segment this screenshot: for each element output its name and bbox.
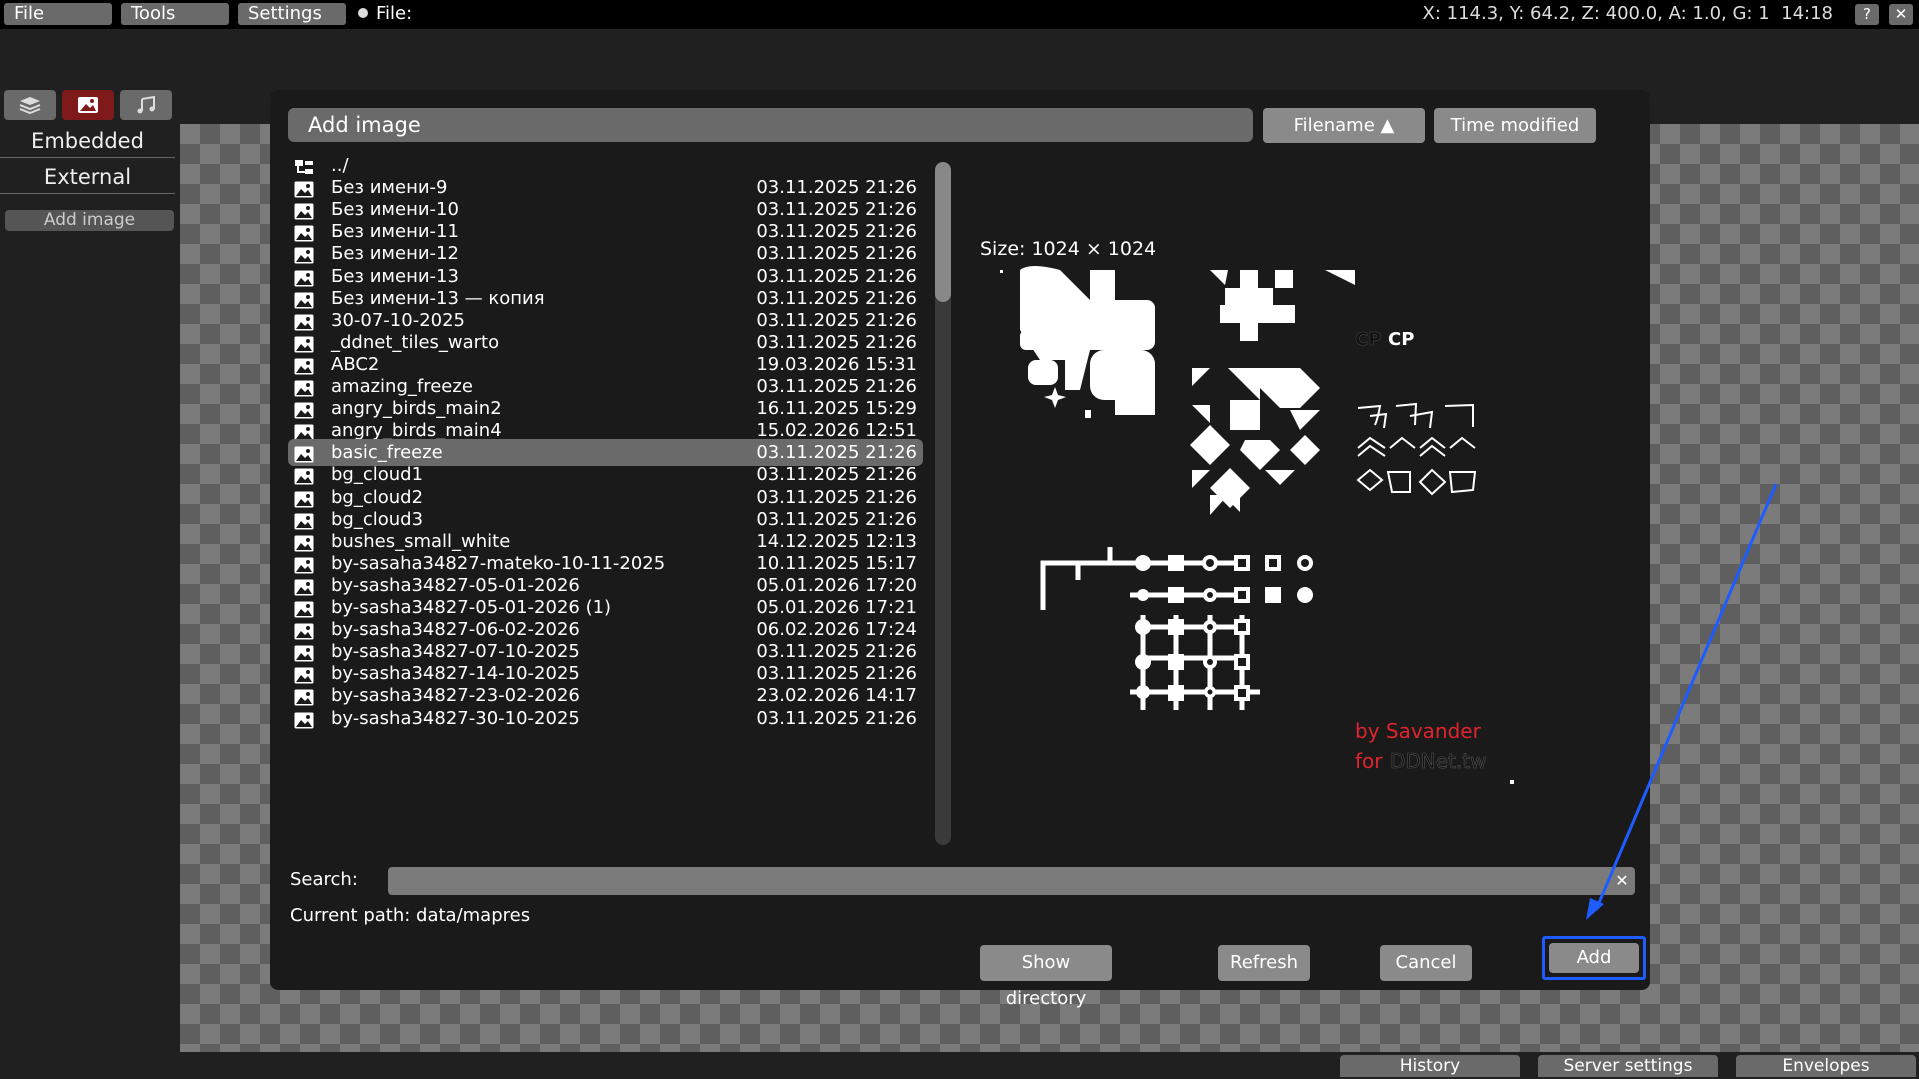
external-section[interactable]: External [0, 160, 175, 194]
image-icon [294, 621, 314, 640]
image-icon [294, 356, 314, 375]
cp-text-dark: CP [1355, 329, 1381, 350]
clear-search-icon[interactable]: ✕ [1612, 871, 1632, 891]
image-icon [294, 334, 314, 353]
cancel-button[interactable]: Cancel [1380, 945, 1472, 981]
history-tab[interactable]: History [1340, 1055, 1520, 1077]
clock: 14:18 [1781, 3, 1833, 24]
unsaved-dot-icon [358, 8, 368, 18]
embedded-section[interactable]: Embedded [0, 124, 175, 158]
credit-by-savander: by Savander [1355, 719, 1482, 743]
folder-up-icon [294, 157, 314, 174]
image-icon [294, 577, 314, 596]
sort-by-time-button[interactable]: Time modified [1434, 108, 1596, 143]
image-icon [294, 245, 314, 264]
layers-tab[interactable] [4, 90, 56, 120]
image-icon [294, 710, 314, 728]
layers-icon [19, 97, 41, 114]
image-icon [294, 290, 314, 309]
image-icon [294, 687, 314, 706]
add-button[interactable]: Add [1549, 943, 1639, 973]
image-icon [294, 555, 314, 574]
image-icon [294, 665, 314, 684]
image-icon [294, 179, 314, 198]
image-icon [294, 422, 314, 441]
credit-for: for [1355, 749, 1383, 773]
scrollbar-thumb[interactable] [935, 162, 951, 302]
add-image-button[interactable]: Add image [5, 210, 174, 231]
refresh-button[interactable]: Refresh [1218, 945, 1310, 981]
envelopes-tab[interactable]: Envelopes [1736, 1055, 1916, 1077]
image-icon [294, 223, 314, 242]
image-icon [294, 489, 314, 507]
file-list[interactable]: ../Без имени-9 03.11.2025 21:26 Без имени-… [288, 152, 928, 852]
settings-menu-button[interactable]: Settings [238, 3, 346, 25]
add-image-dialog: Add image Filename ▲ Time modified ../Бе… [270, 90, 1650, 1009]
image-icon [294, 268, 314, 286]
file-list-scrollbar[interactable] [935, 162, 951, 845]
image-icon [294, 378, 314, 397]
image-icon [294, 444, 314, 463]
search-label: Search: [290, 869, 358, 890]
file-label-text: File: [376, 3, 413, 24]
sort-by-filename-button[interactable]: Filename ▲ [1263, 108, 1425, 143]
tileset-preview-art: CP CP by Savander for DDNet.tw [1000, 266, 1514, 784]
current-path: Current path: data/mapres [290, 905, 531, 926]
image-icon [294, 201, 314, 220]
file-name: by-sasha34827-30-10-2025 [331, 707, 580, 729]
cursor-coordinates: X: 114.3, Y: 64.2, Z: 400.0, A: 1.0, G: … [1422, 3, 1770, 24]
sounds-tab[interactable] [120, 90, 172, 120]
image-icon [78, 97, 98, 113]
image-icon [294, 599, 314, 618]
dialog-title: Add image [288, 108, 1253, 142]
file-date: 03.11.2025 21:26 [756, 707, 917, 729]
image-icon [294, 643, 314, 662]
credit-ddnet: DDNet.tw [1390, 749, 1486, 773]
image-preview: Size: 1024 × 1024 CP CP by Savander for … [970, 150, 1620, 850]
close-button[interactable]: ✕ [1889, 4, 1913, 25]
help-button[interactable]: ? [1855, 4, 1879, 25]
status-readout: X: 114.3, Y: 64.2, Z: 400.0, A: 1.0, G: … [1423, 3, 1833, 25]
image-icon [294, 466, 314, 485]
cp-text-light: CP [1388, 329, 1414, 350]
music-icon [137, 96, 155, 114]
images-tab[interactable] [62, 90, 114, 120]
image-icon [294, 511, 314, 530]
file-row[interactable]: by-sasha34827-30-10-2025 03.11.2025 21:26 [288, 705, 923, 732]
file-menu-button[interactable]: File [4, 3, 112, 25]
image-icon [294, 312, 314, 331]
tools-menu-button[interactable]: Tools [121, 3, 229, 25]
image-icon [294, 533, 314, 552]
show-directory-button[interactable]: Show directory [980, 945, 1112, 1009]
image-icon [294, 400, 314, 419]
current-file-label: File: [358, 3, 412, 25]
search-input[interactable] [388, 867, 1635, 895]
add-button-highlight[interactable]: Add [1542, 936, 1646, 980]
top-menu-bar: File Tools Settings File: X: 114.3, Y: 6… [0, 0, 1919, 29]
server-settings-tab[interactable]: Server settings [1538, 1055, 1718, 1077]
